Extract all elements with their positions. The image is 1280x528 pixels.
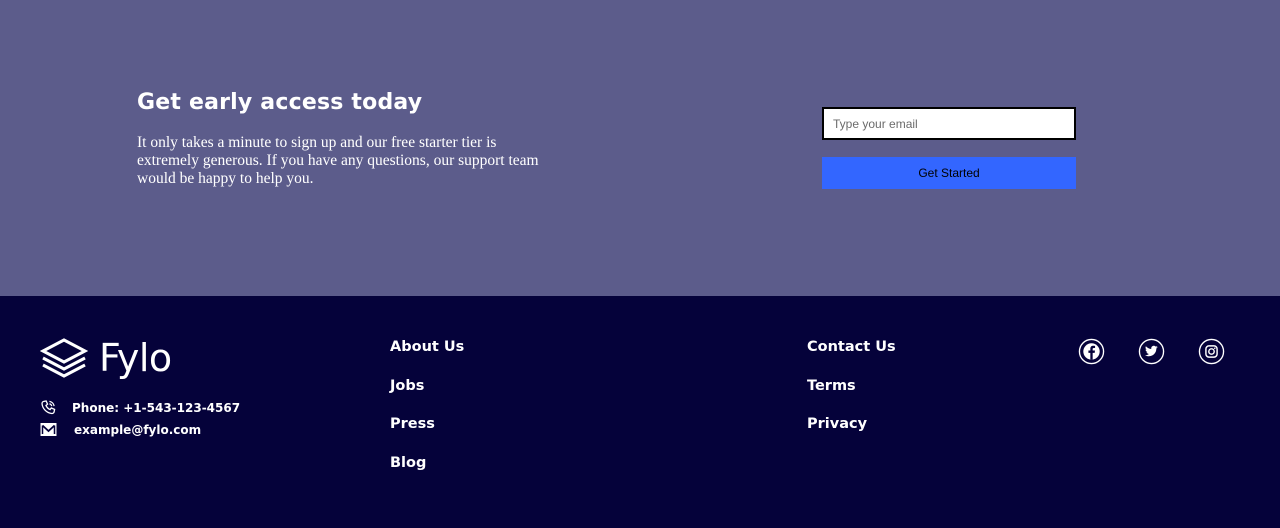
twitter-link[interactable] <box>1138 338 1165 365</box>
instagram-icon <box>1198 338 1225 365</box>
twitter-icon <box>1138 338 1165 365</box>
link-contact-us[interactable]: Contact Us <box>807 339 896 378</box>
contact-email: example@fylo.com <box>40 422 201 437</box>
phone-number: Phone: +1-543-123-4567 <box>72 400 241 415</box>
mail-icon <box>40 423 57 436</box>
link-privacy[interactable]: Privacy <box>807 416 896 455</box>
layers-logo-icon <box>40 338 88 378</box>
footer: Fylo Phone: +1-543-123-4567 example@fylo… <box>0 296 1280 528</box>
facebook-icon <box>1078 338 1105 365</box>
link-press[interactable]: Press <box>390 416 464 455</box>
social-links <box>1078 338 1225 365</box>
cta-title: Get early access today <box>137 90 423 115</box>
logo[interactable]: Fylo <box>40 336 172 380</box>
footer-links-support: Contact Us Terms Privacy <box>807 339 896 455</box>
brand-name: Fylo <box>99 336 172 380</box>
cta-description: It only takes a minute to sign up and ou… <box>137 134 539 187</box>
facebook-link[interactable] <box>1078 338 1105 365</box>
contact-phone: Phone: +1-543-123-4567 <box>40 400 240 415</box>
email-link[interactable]: example@fylo.com <box>74 423 201 437</box>
email-input[interactable] <box>822 107 1076 140</box>
phone-icon <box>41 400 56 415</box>
early-access-section: Get early access today It only takes a m… <box>0 0 1280 296</box>
get-started-button[interactable]: Get Started <box>822 157 1076 189</box>
instagram-link[interactable] <box>1198 338 1225 365</box>
link-jobs[interactable]: Jobs <box>390 378 464 417</box>
link-terms[interactable]: Terms <box>807 378 896 417</box>
footer-links-company: About Us Jobs Press Blog <box>390 339 464 494</box>
link-blog[interactable]: Blog <box>390 455 464 494</box>
link-about-us[interactable]: About Us <box>390 339 464 378</box>
